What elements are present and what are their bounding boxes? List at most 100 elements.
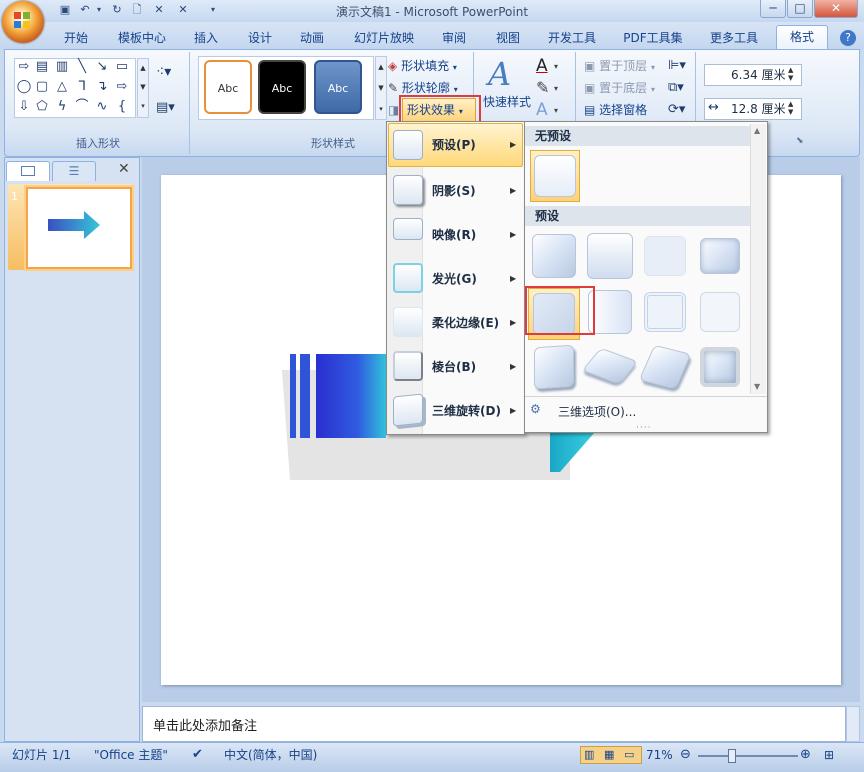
bring-to-front-button[interactable]: ▣ 置于顶层 ▾ <box>584 56 655 76</box>
send-to-back-button[interactable]: ▣ 置于底层 ▾ <box>584 78 655 98</box>
lightning-shape-icon[interactable]: ϟ <box>54 100 70 114</box>
oval-shape-icon[interactable]: ◯ <box>16 80 32 94</box>
style-blue-fill[interactable]: Abc <box>314 60 362 114</box>
customize-qat-icon[interactable]: ▾ <box>206 3 220 17</box>
line-shape-icon[interactable]: ╲ <box>74 60 90 74</box>
help-icon[interactable]: ? <box>840 30 856 46</box>
tab-format[interactable]: 格式 <box>776 25 828 50</box>
notes-scrollbar[interactable] <box>846 706 860 742</box>
arrow-right-shape-icon[interactable]: ⇨ <box>16 60 32 74</box>
preset-option-1[interactable] <box>532 234 576 278</box>
slides-tab[interactable] <box>6 161 50 181</box>
pentagon-shape-icon[interactable]: ⬠ <box>34 100 50 114</box>
width-spinner[interactable]: ▲ ▼ <box>788 100 793 116</box>
shape-fill-button[interactable]: ◈ 形状填充 ▾ <box>388 56 457 76</box>
text-effects-icon[interactable]: A <box>536 100 548 120</box>
preset-option-8[interactable] <box>700 292 740 332</box>
selection-pane-button[interactable]: ▤ 选择窗格 <box>584 100 647 120</box>
normal-view-icon[interactable]: ▥ <box>584 746 594 764</box>
text-outline-dropdown-icon[interactable]: ▾ <box>554 84 558 93</box>
vertical-textbox-shape-icon[interactable]: ▥ <box>54 60 70 74</box>
close-button[interactable]: ✕ <box>814 0 858 18</box>
triangle-shape-icon[interactable]: △ <box>54 80 70 94</box>
undo-icon[interactable]: ↶ <box>78 3 92 17</box>
preset-option-4[interactable] <box>700 238 740 274</box>
restore-button[interactable]: □ <box>787 0 813 18</box>
tab-review[interactable]: 审阅 <box>438 28 470 48</box>
rotate-icon[interactable]: ⟳▾ <box>668 102 685 117</box>
no-preset-option[interactable] <box>530 150 580 202</box>
arrow-line-shape-icon[interactable]: ↘ <box>94 60 110 74</box>
tab-templates[interactable]: 模板中心 <box>114 28 170 48</box>
text-outline-icon[interactable]: ✎ <box>536 78 549 97</box>
text-fill-icon[interactable]: A <box>536 56 548 76</box>
tab-home[interactable]: 开始 <box>60 28 92 48</box>
preset-option-2[interactable] <box>587 233 633 279</box>
scroll-down-icon[interactable]: ▼ <box>754 382 760 391</box>
size-dialog-launcher-icon[interactable]: ⬊ <box>796 136 804 146</box>
preset-option-12[interactable] <box>700 347 740 387</box>
shapes-gallery-scroll[interactable]: ▲ ▼ ▾ <box>137 58 149 118</box>
style-orange-outline[interactable]: Abc <box>204 60 252 114</box>
tab-design[interactable]: 设计 <box>244 28 276 48</box>
tab-animation[interactable]: 动画 <box>296 28 328 48</box>
print-preview-icon[interactable]: 🗋 <box>130 3 144 17</box>
tab-slideshow[interactable]: 幻灯片放映 <box>350 28 418 48</box>
scroll-up-icon[interactable]: ▲ <box>754 126 760 135</box>
elbow-connector-shape-icon[interactable]: ᒣ <box>74 80 90 94</box>
text-fill-dropdown-icon[interactable]: ▾ <box>554 62 558 71</box>
block-arrow-shape-icon[interactable]: ⇨ <box>114 80 130 94</box>
zoom-out-icon[interactable]: ⊖ <box>680 746 691 764</box>
fit-window-icon[interactable]: ⊞ <box>824 746 834 764</box>
shape-effects-button[interactable]: ◨ <box>388 100 399 120</box>
style-gallery-scroll[interactable]: ▲ ▼ ▾ <box>375 56 387 120</box>
menu-item-soft-edges-label: 柔化边缘(E) <box>432 316 500 330</box>
freeform-shape-icon[interactable]: ∿ <box>94 100 110 114</box>
height-spinner[interactable]: ▲ ▼ <box>788 66 793 82</box>
zoom-slider-thumb[interactable] <box>728 749 736 763</box>
close-doc-icon[interactable]: ✕ <box>176 3 190 17</box>
preset-option-7[interactable] <box>644 292 686 332</box>
preset-option-9[interactable] <box>534 344 574 390</box>
tab-developer[interactable]: 开发工具 <box>544 28 600 48</box>
brace-shape-icon[interactable]: { <box>114 100 130 114</box>
zoom-slider-track[interactable] <box>698 755 798 757</box>
slideshow-view-icon[interactable]: ▭ <box>624 746 634 764</box>
menu-resize-grip[interactable]: ···· <box>636 423 651 433</box>
preset-scrollbar[interactable] <box>750 124 766 394</box>
curve-shape-icon[interactable]: ⌒ <box>74 100 90 114</box>
minimize-button[interactable]: ─ <box>760 0 786 18</box>
tab-more-tools[interactable]: 更多工具 <box>706 28 762 48</box>
text-effects-dropdown-icon[interactable]: ▾ <box>554 106 558 115</box>
tab-view[interactable]: 视图 <box>492 28 524 48</box>
width-icon: ↔ <box>708 100 719 115</box>
elbow-arrow-shape-icon[interactable]: ↴ <box>94 80 110 94</box>
edit-shape-icon[interactable]: ⁖▾ <box>156 64 180 84</box>
preset-option-3[interactable] <box>644 236 686 276</box>
zoom-level[interactable]: 71% <box>646 746 673 764</box>
rectangle-shape-icon[interactable]: ▭ <box>114 60 130 74</box>
outline-tab[interactable]: ☰ <box>52 161 96 181</box>
cut-icon[interactable]: ✕ <box>152 3 166 17</box>
3d-options-button[interactable]: 三维选项(O)... <box>558 403 636 420</box>
quick-styles-icon[interactable]: A <box>488 56 524 92</box>
quick-styles-button[interactable]: 快速样式 <box>483 92 531 112</box>
redo-icon[interactable]: ↻ <box>110 3 124 17</box>
notes-field[interactable]: 单击此处添加备注 <box>142 706 846 742</box>
group-icon[interactable]: ⧉▾ <box>668 80 684 95</box>
textbox-shape-icon[interactable]: ▤ <box>34 60 50 74</box>
zoom-in-icon[interactable]: ⊕ <box>800 746 811 764</box>
save-icon[interactable]: ▣ <box>58 3 72 17</box>
undo-dropdown-icon[interactable]: ▾ <box>92 3 106 17</box>
close-pane-icon[interactable]: ✕ <box>118 161 130 177</box>
align-icon[interactable]: ⊫▾ <box>668 58 686 73</box>
rounded-rect-shape-icon[interactable]: ▢ <box>34 80 50 94</box>
textbox-icon[interactable]: ▤▾ <box>156 100 184 120</box>
slide-thumbnail[interactable] <box>26 187 132 269</box>
spell-check-icon[interactable]: ✔ <box>192 746 203 764</box>
down-arrow-shape-icon[interactable]: ⇩ <box>16 100 32 114</box>
slide-sorter-icon[interactable]: ▦ <box>604 746 614 764</box>
style-black-fill[interactable]: Abc <box>258 60 306 114</box>
tab-insert[interactable]: 插入 <box>190 28 222 48</box>
tab-pdf-tools[interactable]: PDF工具集 <box>620 28 686 48</box>
